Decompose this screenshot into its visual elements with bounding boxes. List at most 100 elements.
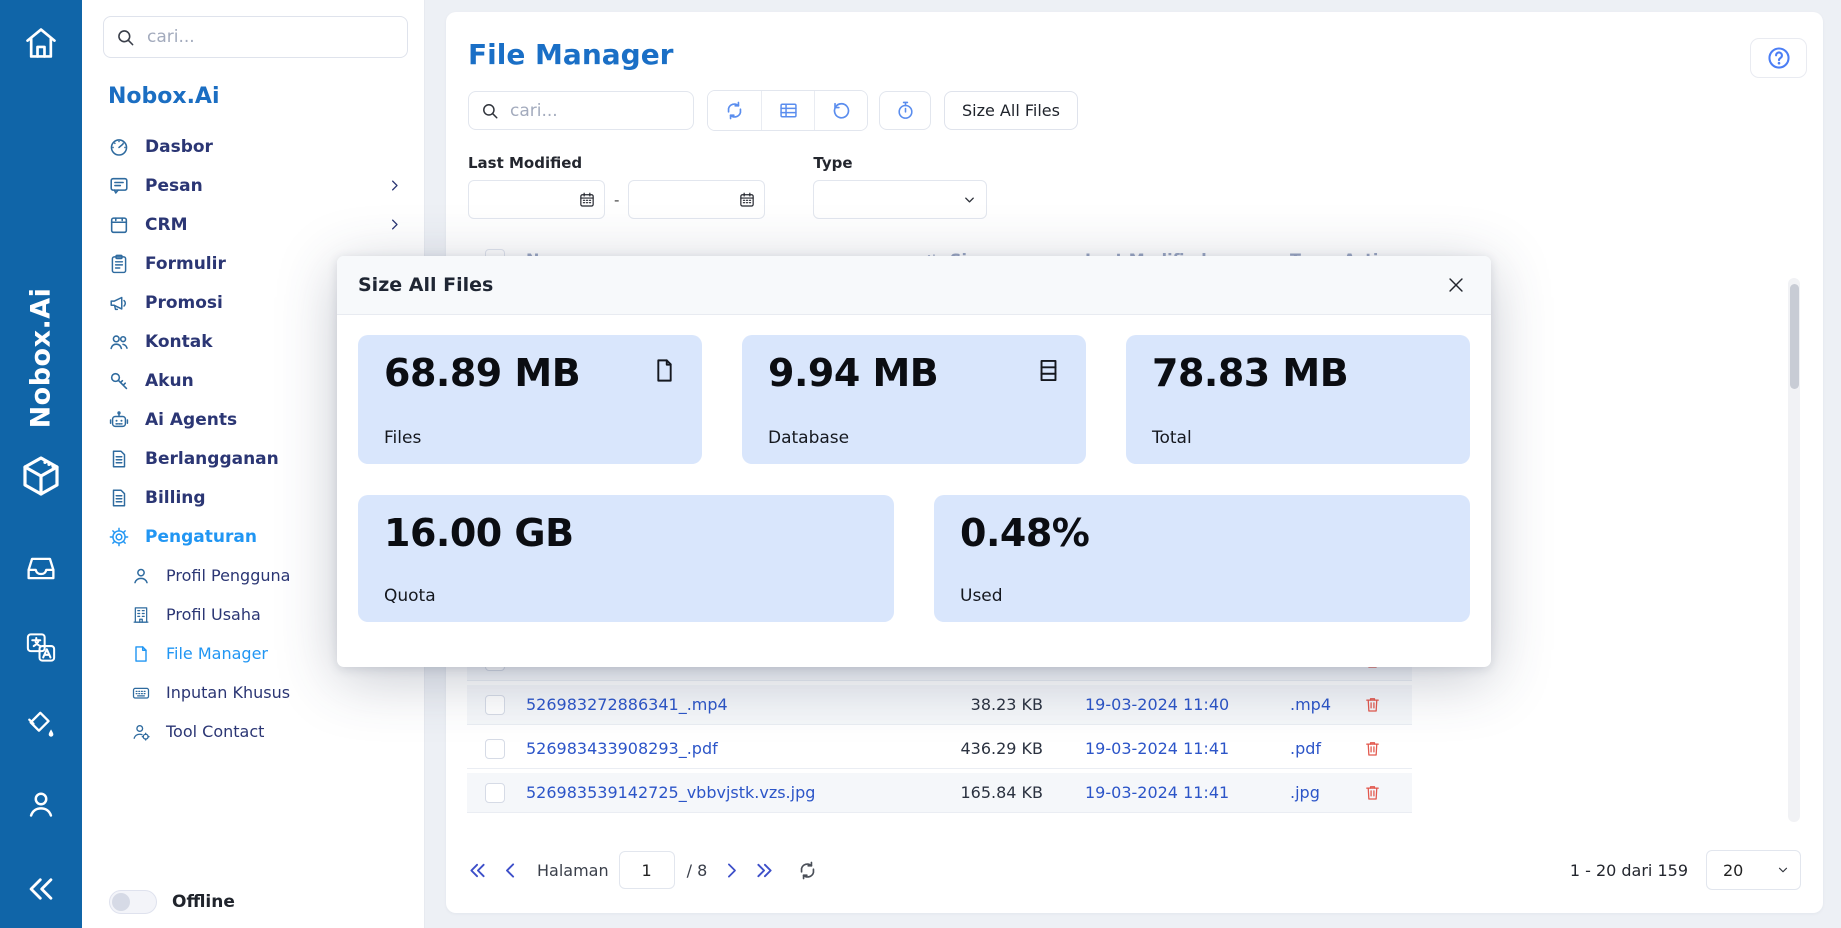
stat-card-files: 68.89 MBFiles — [358, 335, 702, 464]
refresh-icon[interactable] — [797, 860, 818, 881]
sidebar-item-label: Tool Contact — [166, 722, 264, 741]
sidebar-item-pesan[interactable]: Pesan — [103, 166, 408, 205]
table-search-input[interactable] — [508, 100, 681, 122]
file-type[interactable]: .jpg — [1290, 783, 1350, 802]
offline-toggle[interactable] — [109, 890, 157, 914]
building-icon — [131, 605, 151, 625]
chevron-left-icon[interactable] — [500, 860, 521, 881]
chevron-right-icon — [387, 217, 402, 232]
file-link[interactable]: 526983433908293_.pdf — [526, 739, 923, 758]
double-chevron-right-icon[interactable] — [754, 860, 775, 881]
people-icon — [108, 331, 130, 353]
sidebar-item-label: Pesan — [145, 176, 203, 196]
table-row: 526983539142725_vbbvjstk.vzs.jpg165.84 K… — [467, 773, 1412, 813]
page-number-input[interactable] — [619, 851, 675, 889]
sidebar-item-label: File Manager — [166, 644, 268, 663]
stat-label: Quota — [384, 586, 870, 606]
row-checkbox[interactable] — [485, 695, 505, 715]
chevron-right-icon[interactable] — [721, 860, 742, 881]
page-label: Halaman — [537, 861, 609, 880]
row-checkbox[interactable] — [485, 783, 505, 803]
close-icon[interactable] — [1445, 274, 1467, 296]
file-modified[interactable]: 19-03-2024 11:41 — [1043, 783, 1290, 802]
trash-icon[interactable] — [1363, 695, 1382, 714]
modal-body: 68.89 MBFiles 9.94 MB Database 78.83 MB Tota… — [337, 315, 1491, 622]
size-all-files-button[interactable]: Size All Files — [944, 91, 1078, 130]
type-select[interactable] — [813, 180, 987, 219]
sidebar-search[interactable] — [103, 16, 408, 58]
sidebar-item-dasbor[interactable]: Dasbor — [103, 127, 408, 166]
timer-button[interactable] — [879, 91, 931, 130]
calendar-icon[interactable] — [578, 191, 596, 209]
scrollbar-thumb[interactable] — [1790, 284, 1799, 389]
file-size: 165.84 KB — [923, 783, 1043, 802]
stat-value: 78.83 MB — [1152, 353, 1348, 395]
question-icon — [1766, 45, 1792, 71]
table-view-button[interactable] — [761, 91, 814, 130]
table-icon — [778, 100, 799, 121]
collapse-icon[interactable] — [24, 872, 58, 906]
app-root: Nobox.Ai Nobox.Ai DasborPesanCRMFormulir… — [0, 0, 1841, 928]
stat-card-used: 0.48%Used — [934, 495, 1470, 622]
table-search[interactable] — [468, 91, 694, 130]
file-link[interactable]: 526983272886341_.mp4 — [526, 695, 923, 714]
sidebar-item-label: Ai Agents — [145, 410, 237, 430]
sidebar-item-inputan-khusus[interactable]: Inputan Khusus — [103, 673, 408, 712]
table-row: 526983272886341_.mp438.23 KB19-03-2024 1… — [467, 685, 1412, 725]
clipboard-icon — [108, 253, 130, 275]
file-size: 38.23 KB — [923, 695, 1043, 714]
reset-button[interactable] — [814, 91, 867, 130]
trash-icon[interactable] — [1363, 739, 1382, 758]
last-modified-label: Last Modified — [468, 154, 765, 172]
person-icon — [131, 566, 151, 586]
stat-label: Total — [1152, 428, 1446, 448]
database-icon — [1035, 357, 1062, 384]
file-link[interactable]: 526983539142725_vbbvjstk.vzs.jpg — [526, 783, 923, 802]
row-checkbox[interactable] — [485, 739, 505, 759]
file-modified[interactable]: 19-03-2024 11:40 — [1043, 695, 1290, 714]
sidebar-item-label: Berlangganan — [145, 449, 279, 469]
stopwatch-icon — [895, 100, 916, 121]
file-type[interactable]: .mp4 — [1290, 695, 1350, 714]
chevron-right-icon — [387, 178, 402, 193]
double-chevron-left-icon[interactable] — [467, 860, 488, 881]
gauge-icon — [108, 136, 130, 158]
home-icon[interactable] — [22, 24, 60, 62]
person-icon[interactable] — [25, 788, 58, 821]
file-type[interactable]: .pdf — [1290, 739, 1350, 758]
sidebar-item-crm[interactable]: CRM — [103, 205, 408, 244]
size-all-files-modal: Size All Files 68.89 MBFiles 9.94 MB Datab… — [337, 256, 1491, 667]
translate-icon[interactable] — [24, 630, 59, 665]
crm-icon — [108, 214, 130, 236]
gear-icon — [108, 526, 130, 548]
document-icon — [108, 448, 130, 470]
trash-icon[interactable] — [1363, 783, 1382, 802]
stat-label: Database — [768, 428, 1062, 448]
sidebar-item-label: Pengaturan — [145, 527, 257, 547]
calendar-icon[interactable] — [738, 191, 756, 209]
cube-logo-icon[interactable] — [17, 452, 65, 500]
last-modified-filter: Last Modified - — [468, 154, 765, 219]
sidebar-item-label: Profil Pengguna — [166, 566, 290, 585]
type-label: Type — [813, 154, 987, 172]
sync-button[interactable] — [708, 91, 761, 130]
table-row: 526983433908293_.pdf436.29 KB19-03-2024 … — [467, 729, 1412, 769]
page-size-select[interactable]: 20 — [1706, 850, 1801, 890]
sidebar-item-label: Dasbor — [145, 137, 213, 157]
vertical-scrollbar[interactable] — [1788, 278, 1800, 822]
stat-value: 9.94 MB — [768, 353, 938, 395]
keyboard-icon — [131, 683, 151, 703]
file-modified[interactable]: 19-03-2024 11:41 — [1043, 739, 1290, 758]
type-filter: Type — [813, 154, 987, 219]
paint-icon[interactable] — [25, 708, 58, 741]
modal-header: Size All Files — [337, 256, 1491, 315]
person-gear-icon — [131, 722, 151, 742]
help-button[interactable] — [1750, 38, 1807, 78]
page-title: File Manager — [468, 38, 1801, 71]
stat-value: 68.89 MB — [384, 353, 580, 395]
sidebar-item-label: Inputan Khusus — [166, 683, 290, 702]
icon-rail: Nobox.Ai — [0, 0, 82, 928]
inbox-icon[interactable] — [25, 552, 58, 585]
sidebar-item-tool-contact[interactable]: Tool Contact — [103, 712, 408, 751]
sidebar-search-input[interactable] — [145, 26, 395, 48]
